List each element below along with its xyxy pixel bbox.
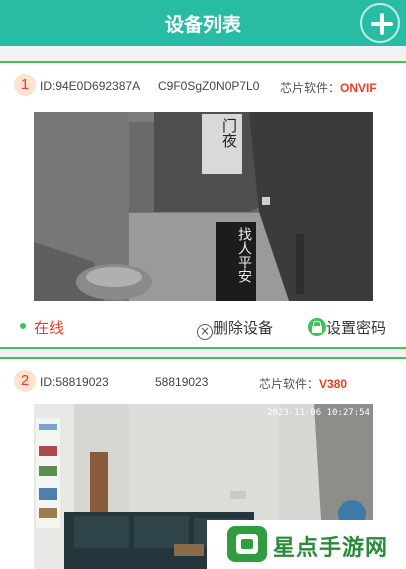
chip-software: 芯片软件：ONVIF	[280, 79, 377, 96]
set-password-button[interactable]: 设置密码	[308, 317, 386, 338]
device-info-row: 2 ID:58819023 58819023 芯片软件：V380	[0, 359, 406, 401]
chip-software: 芯片软件：V380	[259, 375, 347, 392]
chip-software-label: 芯片软件：	[259, 377, 320, 391]
chip-software-value: V380	[319, 377, 348, 391]
device-card: 1 ID:94E0D692387A C9F0SgZ0N0P7L0 芯片软件：ON…	[0, 61, 406, 349]
camera-preview[interactable]: 门夜 找人平安	[34, 112, 373, 301]
header-bar: 设备列表	[0, 0, 406, 46]
camera-timestamp: 2023-11-06 10:27:54	[267, 408, 370, 418]
device-info-row: 1 ID:94E0D692387A C9F0SgZ0N0P7L0 芯片软件：ON…	[0, 63, 406, 105]
watermark-logo-icon	[227, 526, 267, 562]
device-action-row: 在线 × 删除设备 设置密码	[0, 309, 406, 347]
delete-device-label: 删除设备	[213, 319, 274, 337]
device-id: ID:58819023	[40, 375, 109, 389]
online-status-dot	[20, 323, 26, 329]
device-id: ID:94E0D692387A	[40, 79, 141, 93]
set-password-label: 设置密码	[326, 319, 387, 337]
delete-icon: ×	[197, 324, 213, 340]
add-device-button[interactable]	[360, 3, 400, 43]
camera-board-text: 找人平安	[236, 227, 252, 283]
device-code: C9F0SgZ0N0P7L0	[158, 79, 260, 93]
site-watermark: 星点手游网	[207, 520, 406, 569]
chip-software-label: 芯片软件：	[280, 81, 341, 95]
device-index-badge: 2	[14, 370, 36, 392]
delete-device-button[interactable]: × 删除设备	[197, 317, 273, 340]
page-title: 设备列表	[164, 14, 241, 36]
camera-preview-image	[34, 112, 373, 301]
device-index-badge: 1	[14, 74, 36, 96]
device-status: 在线	[34, 319, 65, 337]
chip-software-value: ONVIF	[340, 81, 377, 95]
device-code: 58819023	[155, 375, 209, 389]
camera-sign-text: 门夜	[220, 118, 238, 148]
lock-icon	[308, 318, 326, 336]
watermark-text: 星点手游网	[273, 535, 389, 561]
